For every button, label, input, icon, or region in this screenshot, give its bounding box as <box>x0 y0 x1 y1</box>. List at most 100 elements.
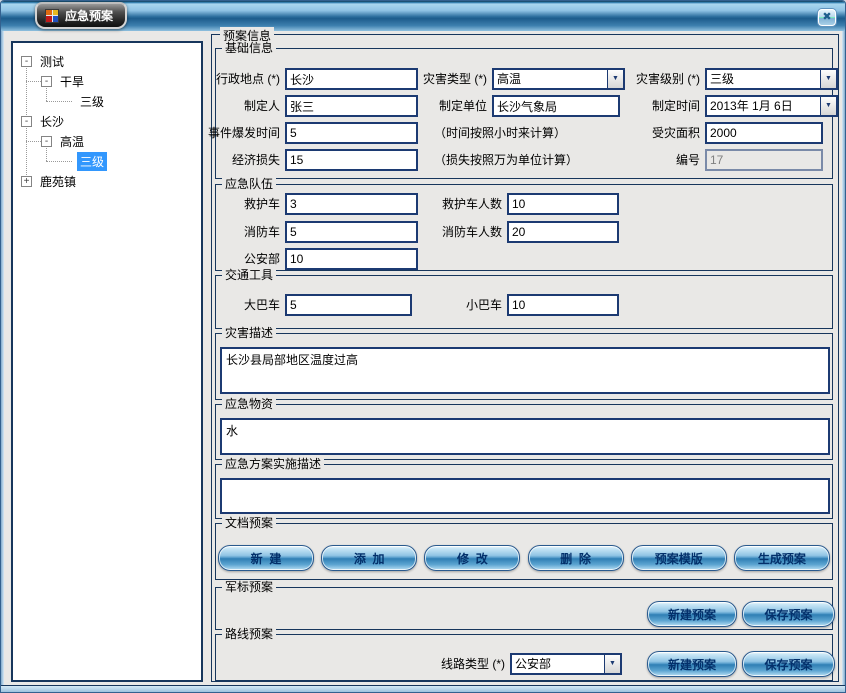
military-save-plan-button[interactable]: 保存预案 <box>742 601 835 627</box>
route-type-select[interactable]: 公安部 ▼ <box>510 653 622 675</box>
tree-item-label[interactable]: 鹿苑镇 <box>37 172 79 191</box>
firetruck-input[interactable] <box>285 221 418 243</box>
tree-item-ganhan[interactable]: - 干旱 <box>41 71 87 91</box>
plan-id-label: 编号 <box>676 149 700 171</box>
doc-plan-group: 文档预案 新 建 添 加 修 改 删 除 预案模版 生成预案 <box>215 523 833 580</box>
bus-label: 大巴车 <box>244 294 280 316</box>
new-button[interactable]: 新 建 <box>218 545 314 571</box>
military-plan-group-title: 军标预案 <box>222 580 276 594</box>
tree-item-label[interactable]: 三级 <box>77 152 107 171</box>
author-input[interactable] <box>285 95 418 117</box>
tree-item-gaowen[interactable]: - 高温 <box>41 131 87 151</box>
tree-item-label[interactable]: 干旱 <box>57 72 87 91</box>
app-window: 应急预案 ✖ - 测试 - 干旱 三级 - 长沙 - 高温 <box>0 0 846 693</box>
tree-item-label[interactable]: 高温 <box>57 132 87 151</box>
ambulance-input[interactable] <box>285 193 418 215</box>
implementation-group: 应急方案实施描述 <box>215 464 833 519</box>
supplies-group-title: 应急物资 <box>222 397 276 411</box>
route-type-value: 公安部 <box>515 655 551 673</box>
transport-group: 交通工具 大巴车 小巴车 <box>215 275 833 329</box>
tree-item-sanji-2-selected[interactable]: 三级 <box>72 151 107 171</box>
tree-connector-line <box>26 81 41 82</box>
route-new-plan-button[interactable]: 新建预案 <box>647 651 737 677</box>
basic-info-group: 基础信息 行政地点 (*) 灾害类型 (*) 高温 ▼ 灾害级别 (*) 三级 … <box>215 48 833 179</box>
tree-toggle-collapse-icon[interactable]: - <box>21 56 32 67</box>
disaster-type-label: 灾害类型 (*) <box>423 68 487 90</box>
bus-input[interactable] <box>285 294 412 316</box>
disaster-desc-textarea[interactable]: 长沙县局部地区温度过高 <box>220 347 830 394</box>
tree-item-changsha[interactable]: - 长沙 <box>21 111 67 131</box>
org-input[interactable] <box>492 95 620 117</box>
tree-item-ceshi[interactable]: - 测试 <box>21 51 67 71</box>
implementation-group-title: 应急方案实施描述 <box>222 457 324 471</box>
org-label: 制定单位 <box>439 95 487 117</box>
basic-info-group-title: 基础信息 <box>222 41 276 55</box>
disaster-desc-group-title: 灾害描述 <box>222 326 276 340</box>
doc-plan-button-row: 新 建 添 加 修 改 删 除 预案模版 生成预案 <box>218 545 830 571</box>
minibus-label: 小巴车 <box>466 294 502 316</box>
time-unit-note: （时间按照小时来计算） <box>434 122 566 144</box>
supplies-textarea[interactable]: 水 <box>220 418 830 455</box>
tree-item-label[interactable]: 长沙 <box>37 112 67 131</box>
route-type-label: 线路类型 (*) <box>441 653 505 675</box>
location-label: 行政地点 (*) <box>216 68 280 90</box>
disaster-type-select[interactable]: 高温 ▼ <box>492 68 625 90</box>
military-plan-group: 军标预案 新建预案 保存预案 <box>215 587 833 630</box>
window-edge-right <box>842 31 845 685</box>
affected-area-label: 受灾面积 <box>652 122 700 144</box>
economic-loss-input[interactable] <box>285 149 418 171</box>
ambulance-staff-label: 救护车人数 <box>442 193 502 215</box>
disaster-desc-group: 灾害描述 长沙县局部地区温度过高 <box>215 333 833 400</box>
route-save-plan-button[interactable]: 保存预案 <box>742 651 835 677</box>
firetruck-staff-input[interactable] <box>507 221 619 243</box>
generate-plan-button[interactable]: 生成预案 <box>734 545 830 571</box>
disaster-level-label: 灾害级别 (*) <box>636 68 700 90</box>
plan-template-button[interactable]: 预案模版 <box>631 545 727 571</box>
location-input[interactable] <box>285 68 418 90</box>
window-title: 应急预案 <box>65 7 113 24</box>
disaster-type-value: 高温 <box>497 70 521 88</box>
modify-button[interactable]: 修 改 <box>424 545 520 571</box>
ambulance-label: 救护车 <box>244 193 280 215</box>
delete-button[interactable]: 删 除 <box>528 545 624 571</box>
tree-toggle-collapse-icon[interactable]: - <box>41 136 52 147</box>
window-tab[interactable]: 应急预案 <box>35 2 127 29</box>
supplies-group: 应急物资 水 <box>215 404 833 460</box>
title-bar: 应急预案 ✖ <box>1 1 845 31</box>
police-input[interactable] <box>285 248 418 270</box>
chevron-down-icon[interactable]: ▼ <box>604 655 620 673</box>
tree-toggle-collapse-icon[interactable]: - <box>41 76 52 87</box>
close-icon[interactable]: ✖ <box>818 9 836 26</box>
outbreak-time-input[interactable] <box>285 122 418 144</box>
affected-area-input[interactable] <box>705 122 823 144</box>
plan-tree: - 测试 - 干旱 三级 - 长沙 - 高温 三级 + 鹿苑镇 <box>11 41 203 682</box>
tree-item-luyuanzhen[interactable]: + 鹿苑镇 <box>21 171 79 191</box>
emergency-teams-group-title: 应急队伍 <box>222 177 276 191</box>
disaster-level-select[interactable]: 三级 ▼ <box>705 68 838 90</box>
firetruck-label: 消防车 <box>244 221 280 243</box>
chevron-down-icon[interactable]: ▼ <box>820 97 836 115</box>
economic-loss-label: 经济损失 <box>232 149 280 171</box>
outbreak-time-label: 事件爆发时间 <box>208 122 280 144</box>
tree-item-sanji-1[interactable]: 三级 <box>72 91 107 111</box>
tree-toggle-expand-icon[interactable]: + <box>21 176 32 187</box>
implementation-textarea[interactable] <box>220 478 830 514</box>
date-value: 2013年 1月 6日 <box>710 97 793 115</box>
doc-plan-group-title: 文档预案 <box>222 516 276 530</box>
route-plan-group: 路线预案 线路类型 (*) 公安部 ▼ 新建预案 保存预案 <box>215 634 833 681</box>
minibus-input[interactable] <box>507 294 619 316</box>
tree-toggle-collapse-icon[interactable]: - <box>21 116 32 127</box>
add-button[interactable]: 添 加 <box>321 545 417 571</box>
window-edge-bottom <box>1 685 845 692</box>
chevron-down-icon[interactable]: ▼ <box>607 70 623 88</box>
tree-item-label[interactable]: 三级 <box>77 92 107 111</box>
ambulance-staff-input[interactable] <box>507 193 619 215</box>
tree-connector-line <box>26 141 41 142</box>
author-label: 制定人 <box>244 95 280 117</box>
date-picker[interactable]: 2013年 1月 6日 ▼ <box>705 95 838 117</box>
military-new-plan-button[interactable]: 新建预案 <box>647 601 737 627</box>
app-icon <box>45 9 59 23</box>
chevron-down-icon[interactable]: ▼ <box>820 70 836 88</box>
tree-item-label[interactable]: 测试 <box>37 52 67 71</box>
tree-connector-line <box>46 101 72 102</box>
